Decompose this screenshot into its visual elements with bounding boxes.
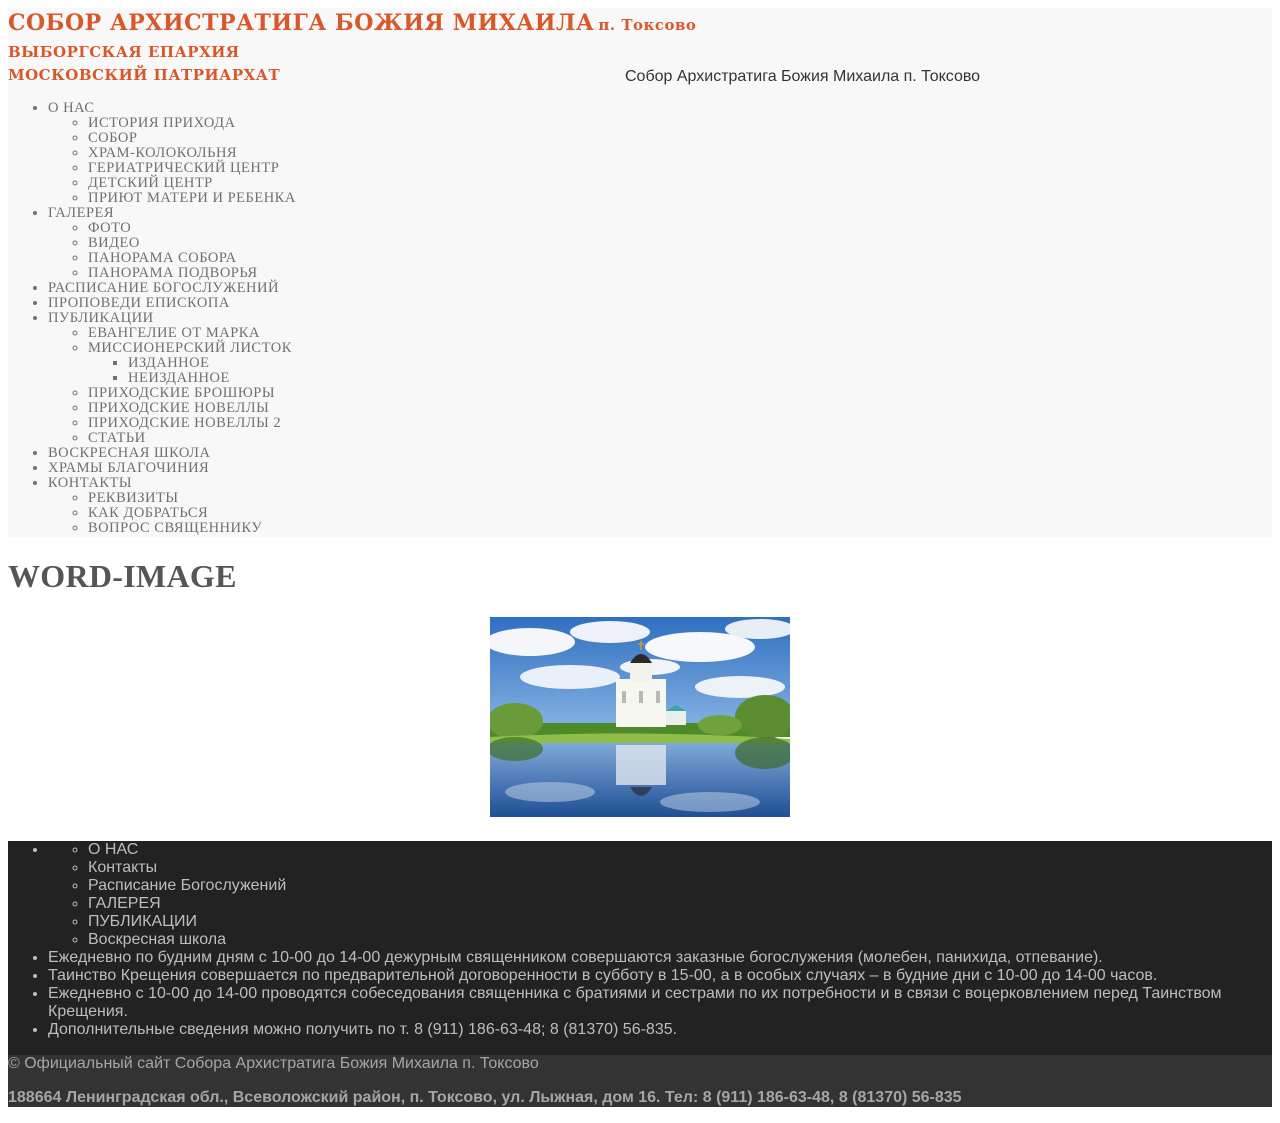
church-photo-image [490,617,790,817]
site-header: Собор Архистратига Божия Михаила п. Токсо… [8,8,1272,537]
main-nav-list: О НАС ИСТОРИЯ ПРИХОДА СОБОР ХРАМ-КОЛОКОЛ… [8,101,296,536]
footer-link-about[interactable]: О НАС [88,841,138,858]
site-title-text: Собор Архистратига Божия Михаила [8,10,595,36]
nav-item-contacts: КОНТАКТЫ РЕКВИЗИТЫ КАК ДОБРАТЬСЯ ВОПРОС … [48,476,296,536]
nav-link-directions[interactable]: КАК ДОБРАТЬСЯ [88,505,208,521]
nav-link-contacts[interactable]: КОНТАКТЫ [48,475,132,491]
nav-link-publications[interactable]: ПУБЛИКАЦИИ [48,310,154,326]
nav-submenu-contacts: РЕКВИЗИТЫ КАК ДОБРАТЬСЯ ВОПРОС СВЯЩЕННИК… [48,491,296,536]
header-caption: Собор Архистратига Божия Михаила п. Токс… [625,68,981,85]
nav-submenu-publications: ЕВАНГЕЛИЕ ОТ МАРКА МИССИОНЕРСКИЙ ЛИСТОК … [48,326,296,446]
nav-subitem: РЕКВИЗИТЫ [88,491,296,506]
footer-link-item: ПУБЛИКАЦИИ [88,913,1272,931]
nav-link-gospel-mark[interactable]: ЕВАНГЕЛИЕ ОТ МАРКА [88,325,260,341]
nav-link-parish-novellas-2[interactable]: ПРИХОДСКИЕ НОВЕЛЛЫ 2 [88,415,281,431]
nav-link-schedule[interactable]: РАСПИСАНИЕ БОГОСЛУЖЕНИЙ [48,280,279,296]
nav-subitem: ГЕРИАТРИЧЕСКИЙ ЦЕНТР [88,161,296,176]
nav-link-geriatric-center[interactable]: ГЕРИАТРИЧЕСКИЙ ЦЕНТР [88,160,279,176]
nav-link-mother-child-shelter[interactable]: ПРИЮТ МАТЕРИ И РЕБЕНКА [88,190,296,206]
nav-link-articles[interactable]: СТАТЬИ [88,430,146,446]
nav-link-courtyard-panorama[interactable]: ПАНОРАМА ПОДВОРЬЯ [88,265,258,281]
church-photo[interactable] [490,617,790,817]
footer-link-schedule[interactable]: Расписание Богослужений [88,877,286,894]
footer-info-item: Дополнительные сведения можно получить п… [48,1021,1238,1039]
nav-link-photo[interactable]: ФОТО [88,220,131,236]
nav-link-published[interactable]: ИЗДАННОЕ [128,355,209,371]
main-nav: О НАС ИСТОРИЯ ПРИХОДА СОБОР ХРАМ-КОЛОКОЛ… [8,101,296,536]
patriarchate-label: Московский патриархат [8,66,281,84]
nav-item-publications: ПУБЛИКАЦИИ ЕВАНГЕЛИЕ ОТ МАРКА МИССИОНЕРС… [48,311,296,446]
footer-info-item: Таинство Крещения совершается по предвар… [48,967,1238,985]
footer-list: О НАС Контакты Расписание Богослужений Г… [8,841,1272,1039]
page-title: WORD-IMAGE [8,558,237,594]
nav-link-parish-history[interactable]: ИСТОРИЯ ПРИХОДА [88,115,235,131]
nav-subitem: ВИДЕО [88,236,296,251]
nav-subitem: ПАНОРАМА ПОДВОРЬЯ [88,266,296,281]
nav-link-unpublished[interactable]: НЕИЗДАННОЕ [128,370,230,386]
footer-link-item: Воскресная школа [88,931,1272,949]
nav-subitem: ФОТО [88,221,296,236]
nav-subitem: ЕВАНГЕЛИЕ ОТ МАРКА [88,326,296,341]
nav-subitem: ХРАМ-КОЛОКОЛЬНЯ [88,146,296,161]
footer-links-item: О НАС Контакты Расписание Богослужений Г… [48,841,1272,949]
footer-link-contacts[interactable]: Контакты [88,859,157,876]
nav-link-missionary-leaflet[interactable]: МИССИОНЕРСКИЙ ЛИСТОК [88,340,292,356]
copyright-text: © Официальный сайт Собора Архистратига Б… [8,1055,539,1072]
nav-subsubitem: ИЗДАННОЕ [128,356,296,371]
footer-link-gallery[interactable]: ГАЛЕРЕЯ [88,895,161,912]
address-text: 188664 Ленинградская обл., Всеволожский … [8,1089,962,1106]
nav-link-gallery[interactable]: ГАЛЕРЕЯ [48,205,114,221]
site-footer: О НАС Контакты Расписание Богослужений Г… [8,841,1272,1055]
site-title-place: п. Токсово [598,16,697,34]
nav-subsubitem: НЕИЗДАННОЕ [128,371,296,386]
copyright-bar: © Официальный сайт Собора Архистратига Б… [8,1055,1272,1107]
footer-info-item: Ежедневно по будним дням с 10-00 до 14-0… [48,949,1238,967]
nav-link-parish-novellas[interactable]: ПРИХОДСКИЕ НОВЕЛЛЫ [88,400,269,416]
nav-subitem: СОБОР [88,131,296,146]
nav-submenu-gallery: ФОТО ВИДЕО ПАНОРАМА СОБОРА ПАНОРАМА ПОДВ… [48,221,296,281]
nav-link-sermons[interactable]: ПРОПОВЕДИ ЕПИСКОПА [48,295,230,311]
nav-subitem: ПАНОРАМА СОБОРА [88,251,296,266]
nav-subitem: СТАТЬИ [88,431,296,446]
footer-link-item: Расписание Богослужений [88,877,1272,895]
footer-link-item: ГАЛЕРЕЯ [88,895,1272,913]
nav-link-children-center[interactable]: ДЕТСКИЙ ЦЕНТР [88,175,213,191]
nav-item-schedule: РАСПИСАНИЕ БОГОСЛУЖЕНИЙ [48,281,296,296]
footer-link-sunday-school[interactable]: Воскресная школа [88,931,226,948]
nav-submenu-leaflet: ИЗДАННОЕ НЕИЗДАННОЕ [88,356,296,386]
nav-link-sunday-school[interactable]: ВОСКРЕСНАЯ ШКОЛА [48,445,211,461]
nav-link-ask-priest[interactable]: ВОПРОС СВЯЩЕННИКУ [88,520,262,536]
nav-item-gallery: ГАЛЕРЕЯ ФОТО ВИДЕО ПАНОРАМА СОБОРА ПАНОР… [48,206,296,281]
nav-link-requisites[interactable]: РЕКВИЗИТЫ [88,490,178,506]
nav-submenu-about: ИСТОРИЯ ПРИХОДА СОБОР ХРАМ-КОЛОКОЛЬНЯ ГЕ… [48,116,296,206]
nav-item-sermons: ПРОПОВЕДИ ЕПИСКОПА [48,296,296,311]
nav-item-sunday-school: ВОСКРЕСНАЯ ШКОЛА [48,446,296,461]
nav-subitem: КАК ДОБРАТЬСЯ [88,506,296,521]
footer-link-item: О НАС [88,841,1272,859]
footer-info-item: Ежедневно с 10-00 до 14-00 проводятся со… [48,985,1238,1021]
site-title[interactable]: Собор Архистратига Божия Михаила п. Токсо… [8,10,696,36]
nav-link-about[interactable]: О НАС [48,100,95,116]
nav-link-deanery[interactable]: ХРАМЫ БЛАГОЧИНИЯ [48,460,209,476]
nav-subitem: ВОПРОС СВЯЩЕННИКУ [88,521,296,536]
nav-link-video[interactable]: ВИДЕО [88,235,140,251]
nav-subitem: ИСТОРИЯ ПРИХОДА [88,116,296,131]
eparchy-label: Выборгская епархия [8,43,240,61]
nav-subitem: ПРИХОДСКИЕ НОВЕЛЛЫ [88,401,296,416]
footer-links: О НАС Контакты Расписание Богослужений Г… [48,841,1272,949]
footer-link-publications[interactable]: ПУБЛИКАЦИИ [88,913,197,930]
nav-link-parish-brochures[interactable]: ПРИХОДСКИЕ БРОШЮРЫ [88,385,275,401]
nav-subitem: МИССИОНЕРСКИЙ ЛИСТОК ИЗДАННОЕ НЕИЗДАННОЕ [88,341,296,386]
nav-link-cathedral-panorama[interactable]: ПАНОРАМА СОБОРА [88,250,237,266]
nav-subitem: ПРИЮТ МАТЕРИ И РЕБЕНКА [88,191,296,206]
nav-subitem: ПРИХОДСКИЕ НОВЕЛЛЫ 2 [88,416,296,431]
nav-subitem: ПРИХОДСКИЕ БРОШЮРЫ [88,386,296,401]
nav-link-bell-tower[interactable]: ХРАМ-КОЛОКОЛЬНЯ [88,145,237,161]
nav-subitem: ДЕТСКИЙ ЦЕНТР [88,176,296,191]
nav-link-cathedral[interactable]: СОБОР [88,130,137,146]
nav-item-deanery: ХРАМЫ БЛАГОЧИНИЯ [48,461,296,476]
footer-link-item: Контакты [88,859,1272,877]
nav-item-about: О НАС ИСТОРИЯ ПРИХОДА СОБОР ХРАМ-КОЛОКОЛ… [48,101,296,206]
